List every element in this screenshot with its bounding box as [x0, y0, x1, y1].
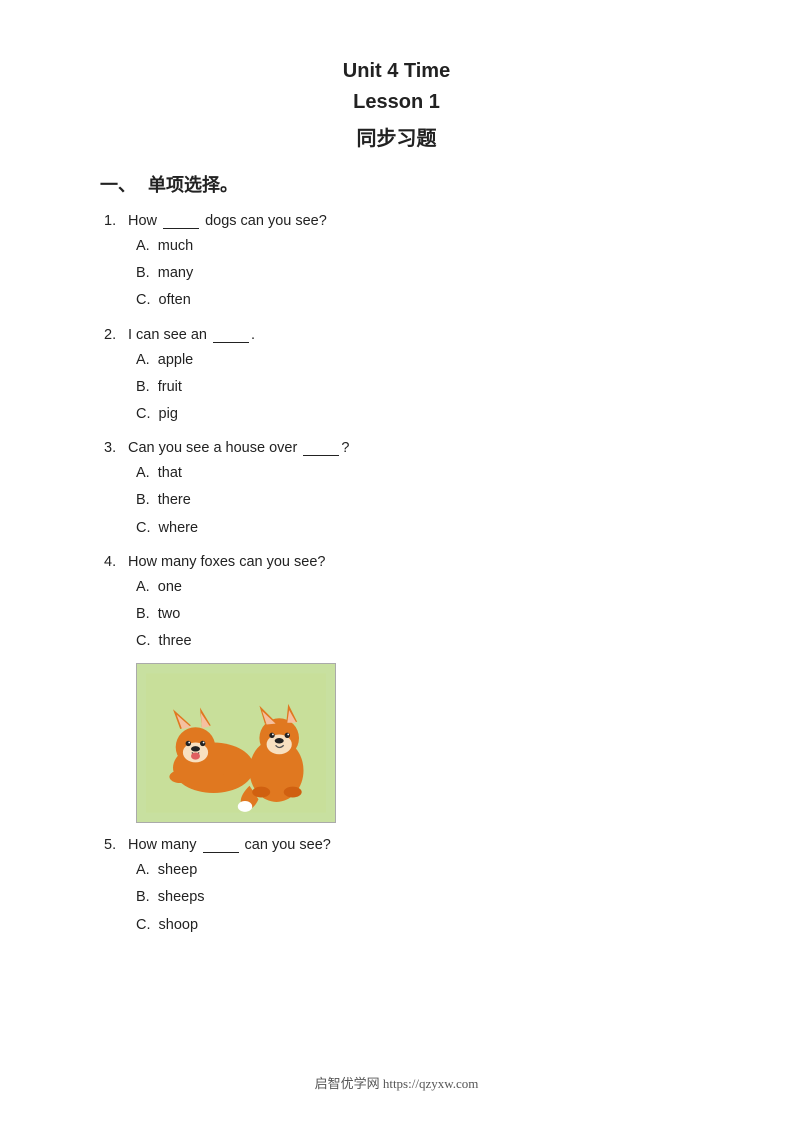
section-header: 一、 单项选择。: [100, 171, 693, 197]
footer: 启智优学网 https://qzyxw.com: [0, 1073, 793, 1092]
q5-option-c: C. shoop: [100, 914, 693, 937]
q2-option-c: C. pig: [100, 403, 693, 426]
unit-title: Unit 4 Time: [100, 60, 693, 83]
q5-text: How many can you see?: [128, 837, 331, 853]
q1-option-c: C. often: [100, 289, 693, 312]
question-2: 2. I can see an . A. apple B. fruit C. p…: [100, 327, 693, 427]
q2-num: 2.: [104, 327, 122, 343]
q4-option-c: C. three: [100, 630, 693, 653]
q2-option-b: B. fruit: [100, 376, 693, 399]
q2-blank: [213, 329, 249, 343]
q5-option-a: A. sheep: [100, 859, 693, 882]
subtitle: 同步习题: [100, 122, 693, 151]
q5-blank: [203, 839, 239, 853]
q4-text: How many foxes can you see?: [128, 554, 325, 570]
lesson-title: Lesson 1: [100, 91, 693, 114]
question-4-text: 4. How many foxes can you see?: [100, 554, 693, 570]
q4-num: 4.: [104, 554, 122, 570]
q3-option-a: A. that: [100, 462, 693, 485]
fox-image: [136, 663, 336, 823]
fox-illustration: [146, 673, 326, 813]
q1-num: 1.: [104, 213, 122, 229]
q2-option-a: A. apple: [100, 349, 693, 372]
question-5: 5. How many can you see? A. sheep B. she…: [100, 837, 693, 937]
q1-text-before: How dogs can you see?: [128, 213, 327, 229]
page: Unit 4 Time Lesson 1 同步习题 一、 单项选择。 1. Ho…: [0, 0, 793, 1122]
q3-option-c: C. where: [100, 517, 693, 540]
question-1-text: 1. How dogs can you see?: [100, 213, 693, 229]
q3-blank: [303, 442, 339, 456]
title-section: Unit 4 Time Lesson 1 同步习题: [100, 60, 693, 151]
question-5-text: 5. How many can you see?: [100, 837, 693, 853]
q1-blank: [163, 215, 199, 229]
q4-option-b: B. two: [100, 603, 693, 626]
question-3: 3. Can you see a house over ? A. that B.…: [100, 440, 693, 540]
q1-option-b: B. many: [100, 262, 693, 285]
q2-text-before: I can see an .: [128, 327, 255, 343]
q3-num: 3.: [104, 440, 122, 456]
q4-option-a: A. one: [100, 576, 693, 599]
q5-num: 5.: [104, 837, 122, 853]
section-title: 单项选择。: [148, 171, 238, 197]
footer-text: 启智优学网 https://qzyxw.com: [315, 1076, 479, 1091]
question-1: 1. How dogs can you see? A. much B. many…: [100, 213, 693, 313]
section-number: 一、: [100, 171, 136, 197]
q3-text-before: Can you see a house over ?: [128, 440, 349, 456]
q3-option-b: B. there: [100, 489, 693, 512]
q1-option-a: A. much: [100, 235, 693, 258]
question-4: 4. How many foxes can you see? A. one B.…: [100, 554, 693, 824]
question-2-text: 2. I can see an .: [100, 327, 693, 343]
question-3-text: 3. Can you see a house over ?: [100, 440, 693, 456]
q5-option-b: B. sheeps: [100, 886, 693, 909]
